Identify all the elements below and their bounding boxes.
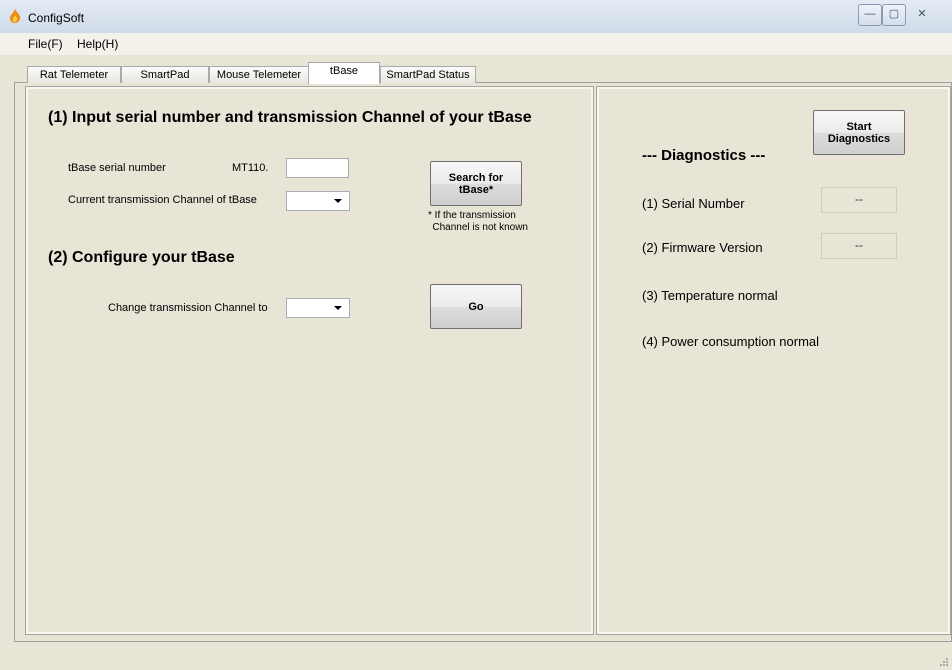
maximize-icon: ▢ xyxy=(888,8,900,20)
change-channel-select[interactable] xyxy=(286,298,350,318)
search-footnote: * If the transmission Channel is not kno… xyxy=(420,210,528,234)
diagnostics-panel xyxy=(596,86,951,635)
maximize-button[interactable]: ▢ xyxy=(882,4,906,26)
tab-tbase[interactable]: tBase xyxy=(308,62,380,84)
diag-firmware-value: -- xyxy=(821,233,897,259)
menu-file[interactable]: File(F) xyxy=(28,37,63,51)
diag-power-label: (4) Power consumption normal xyxy=(642,334,820,349)
serial-prefix-label: MT110. xyxy=(232,162,269,174)
diag-serial-value: -- xyxy=(821,187,897,213)
go-button[interactable]: Go xyxy=(430,284,522,329)
tab-smartpad-status[interactable]: SmartPad Status xyxy=(380,66,476,83)
footnote-line1: * If the transmission xyxy=(428,210,516,221)
start-diagnostics-line1: Start xyxy=(846,120,872,133)
diag-temperature-label: (3) Temperature normal xyxy=(642,288,778,303)
diagnostics-heading: --- Diagnostics --- xyxy=(642,147,766,164)
minimize-icon: — xyxy=(864,8,876,20)
footnote-line2: Channel is not known xyxy=(432,222,528,233)
close-icon: ✕ xyxy=(917,8,927,20)
minimize-button[interactable]: — xyxy=(858,4,882,26)
diag-firmware-label: (2) Firmware Version xyxy=(642,240,763,255)
status-bar xyxy=(0,645,952,670)
section2-heading: (2) Configure your tBase xyxy=(48,249,235,266)
window-title: ConfigSoft xyxy=(28,11,85,25)
tab-mouse-telemeter[interactable]: Mouse Telemeter xyxy=(209,66,309,83)
start-diagnostics-line2: Diagnostics xyxy=(827,132,891,145)
section1-heading: (1) Input serial number and transmission… xyxy=(48,109,532,126)
menu-help[interactable]: Help(H) xyxy=(77,37,118,51)
close-button[interactable]: ✕ xyxy=(906,4,938,26)
current-channel-label: Current transmission Channel of tBase xyxy=(68,194,257,206)
serial-number-label: tBase serial number xyxy=(68,162,166,174)
start-diagnostics-button[interactable]: Start Diagnostics xyxy=(813,110,905,155)
serial-number-input[interactable] xyxy=(286,158,349,178)
window-controls: — ▢ ✕ xyxy=(858,4,938,26)
change-channel-label: Change transmission Channel to xyxy=(108,302,268,314)
chevron-down-icon xyxy=(334,199,342,203)
title-bar xyxy=(0,0,952,34)
chevron-down-icon xyxy=(334,306,342,310)
search-tbase-button[interactable]: Search for tBase* xyxy=(430,161,522,206)
current-channel-select[interactable] xyxy=(286,191,350,211)
diag-serial-label: (1) Serial Number xyxy=(642,196,745,211)
go-label: Go xyxy=(468,300,484,313)
app-flame-icon xyxy=(10,9,21,23)
tab-smartpad[interactable]: SmartPad xyxy=(121,66,209,83)
resize-grip-icon[interactable] xyxy=(938,656,950,668)
menu-bar xyxy=(0,33,952,55)
search-tbase-label: Search for tBase* xyxy=(448,171,504,196)
tab-rat-telemeter[interactable]: Rat Telemeter xyxy=(27,66,121,83)
